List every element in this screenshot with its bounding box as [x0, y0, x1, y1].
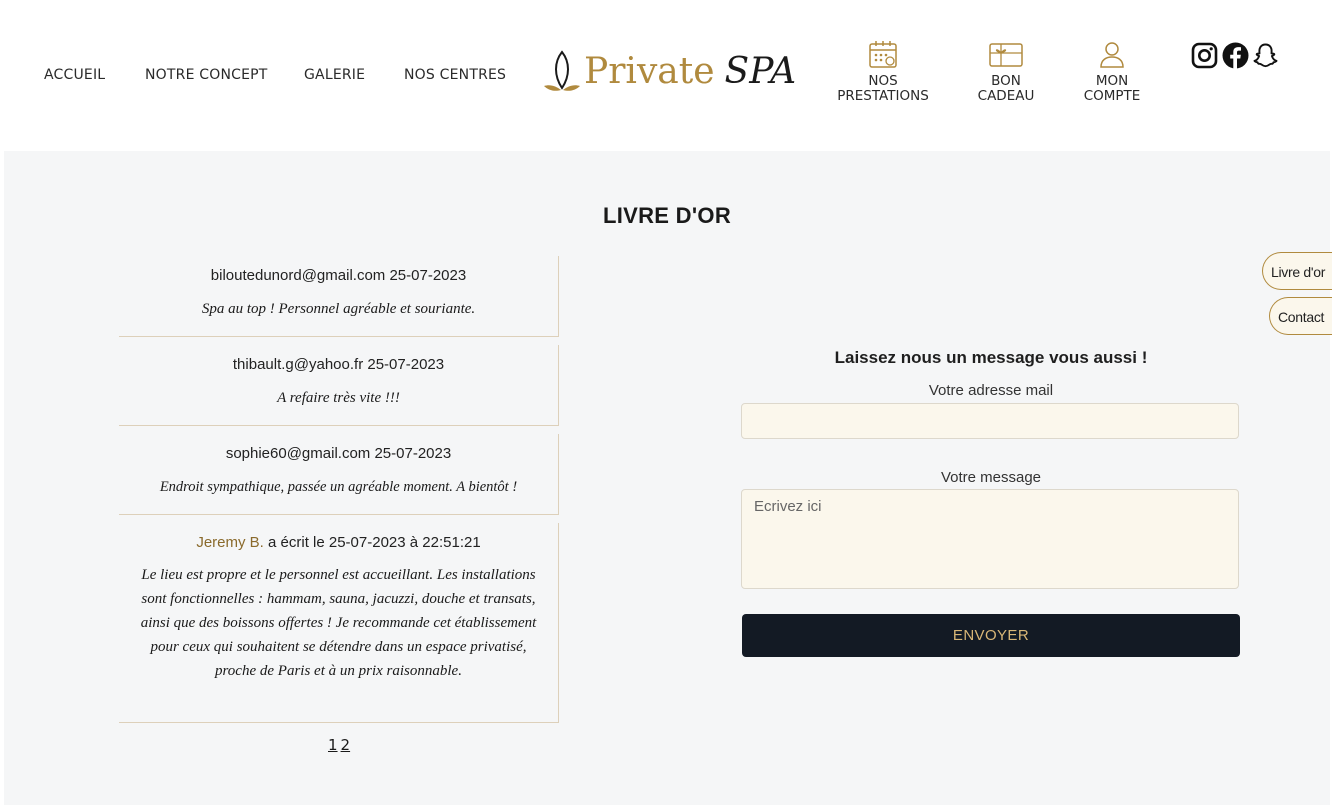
form-heading: Laissez nous un message vous aussi !	[834, 348, 1148, 367]
message-textarea[interactable]	[741, 489, 1239, 589]
logo-text: Private SPA	[584, 52, 796, 92]
instagram-icon	[1191, 42, 1218, 69]
facebook-link[interactable]	[1222, 42, 1249, 73]
facebook-icon	[1222, 42, 1249, 69]
user-icon	[1100, 42, 1124, 68]
send-button[interactable]: ENVOYER	[742, 614, 1240, 657]
cadeau-line2: CADEAU	[977, 88, 1035, 104]
contact-tab[interactable]: Contact	[1269, 297, 1332, 335]
cadeau-line1: BON	[991, 73, 1021, 89]
review-email: sophie60@gmail.com	[225, 445, 371, 462]
review-meta: Jeremy B. a écrit le 25-07-2023 à 22:51:…	[119, 523, 558, 551]
calendar-icon	[869, 41, 897, 68]
message-label: Votre message	[940, 469, 1042, 486]
page-link-2[interactable]: 2	[341, 736, 351, 754]
nav-notre-concept[interactable]: NOTRE CONCEPT	[145, 67, 268, 83]
gift-card-icon	[989, 43, 1023, 67]
review-card: thibault.g@yahoo.fr 25-07-2023 A refaire…	[119, 345, 559, 426]
review-card: Jeremy B. a écrit le 25-07-2023 à 22:51:…	[119, 523, 559, 723]
review-text: Spa au top ! Personnel agréable et souri…	[201, 301, 476, 317]
page-link-1[interactable]: 1	[328, 736, 338, 754]
email-label: Votre adresse mail	[928, 382, 1054, 399]
page-title: LIVRE D'OR	[602, 203, 732, 228]
review-wrote: a écrit le 25-07-2023 à 22:51:21	[268, 534, 481, 551]
site-header: ACCUEIL NOTRE CONCEPT GALERIE NOS CENTRE…	[0, 0, 1332, 151]
compte-line1: MON	[1095, 73, 1129, 89]
logo-word-private: Private	[584, 51, 715, 92]
review-email: biloutedunord@gmail.com	[210, 267, 386, 284]
nav-accueil[interactable]: ACCUEIL	[44, 67, 105, 83]
review-text: A refaire très vite !!!	[277, 390, 400, 406]
review-text: Endroit sympathique, passée un agréable …	[159, 479, 518, 495]
prestations-line2: PRESTATIONS	[837, 88, 929, 104]
review-date: 25-07-2023	[374, 445, 452, 462]
nav-mon-compte[interactable]: MON COMPTE	[1057, 38, 1167, 104]
review-author: Jeremy B.	[196, 534, 264, 551]
snapchat-icon	[1253, 43, 1278, 68]
review-meta: biloutedunord@gmail.com 25-07-2023	[119, 256, 558, 284]
review-date: 25-07-2023	[389, 267, 467, 284]
review-email: thibault.g@yahoo.fr	[232, 356, 364, 373]
review-date: 25-07-2023	[367, 356, 445, 373]
site-logo[interactable]: Private SPA	[540, 46, 796, 98]
livre-dor-tab[interactable]: Livre d'or	[1262, 252, 1332, 290]
nav-nos-centres[interactable]: NOS CENTRES	[404, 67, 506, 83]
nav-galerie[interactable]: GALERIE	[304, 67, 365, 83]
review-meta: thibault.g@yahoo.fr 25-07-2023	[119, 345, 558, 373]
email-field[interactable]	[741, 403, 1239, 439]
nav-nos-prestations[interactable]: NOS PRESTATIONS	[828, 38, 938, 104]
prestations-line1: NOS	[868, 73, 898, 89]
instagram-link[interactable]	[1191, 42, 1218, 73]
review-text: Le lieu est propre et le personnel est a…	[140, 567, 537, 679]
review-card: sophie60@gmail.com 25-07-2023 Endroit sy…	[119, 434, 559, 515]
logo-word-spa: SPA	[724, 51, 797, 92]
lotus-logo-icon	[544, 50, 580, 91]
nav-bon-cadeau[interactable]: BON CADEAU	[951, 38, 1061, 104]
review-card: biloutedunord@gmail.com 25-07-2023 Spa a…	[119, 256, 559, 337]
review-meta: sophie60@gmail.com 25-07-2023	[119, 434, 558, 462]
main-content: LIVRE D'OR biloutedunord@gmail.com 25-07…	[4, 151, 1330, 805]
pagination: 12	[328, 736, 353, 754]
compte-line2: COMPTE	[1083, 88, 1141, 104]
snapchat-link[interactable]	[1252, 42, 1279, 73]
